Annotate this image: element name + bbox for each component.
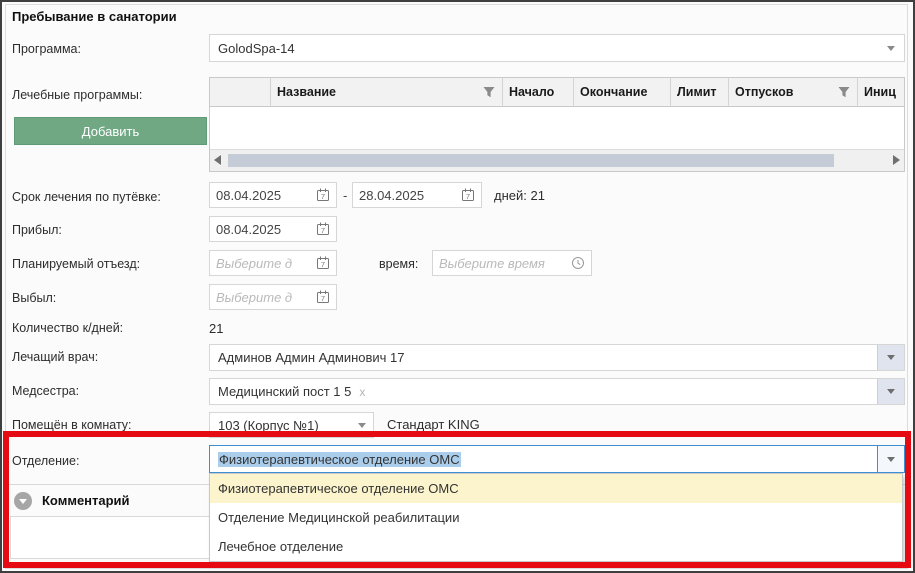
room-type: Стандарт KING	[387, 417, 480, 432]
nurse-combobox[interactable]: Медицинский пост 1 5 x	[209, 378, 905, 405]
table-header-start[interactable]: Начало	[503, 78, 574, 106]
program-label: Программа:	[12, 42, 81, 56]
nurse-dropdown-button[interactable]	[877, 379, 904, 404]
treatment-programs-label: Лечебные программы:	[12, 88, 142, 102]
table-header-empty	[210, 78, 271, 106]
calendar-icon[interactable]: 7	[316, 188, 330, 202]
clock-icon[interactable]	[571, 256, 585, 270]
nurse-value: Медицинский пост 1 5	[218, 384, 351, 399]
chevron-down-icon	[19, 499, 27, 504]
departed-label: Выбыл:	[12, 291, 56, 305]
table-empty-body	[210, 107, 904, 149]
filter-icon[interactable]	[837, 85, 851, 99]
table-header-vacations[interactable]: Отпусков	[729, 78, 858, 106]
chevron-down-icon	[887, 457, 895, 462]
arrived-datebox: 7	[209, 216, 337, 242]
filter-icon[interactable]	[482, 85, 496, 99]
chevron-down-icon	[887, 389, 895, 394]
time-label: время:	[379, 257, 418, 271]
calendar-icon[interactable]: 7	[316, 256, 330, 270]
department-dropdown-list: Физиотерапевтическое отделение ОМС Отдел…	[209, 473, 903, 562]
dropdown-option[interactable]: Отделение Медицинской реабилитации	[210, 503, 902, 532]
dropdown-option[interactable]: Лечебное отделение	[210, 532, 902, 561]
collapse-button[interactable]	[14, 492, 32, 510]
table-header-end[interactable]: Окончание	[574, 78, 671, 106]
scroll-right-icon[interactable]	[893, 155, 900, 165]
departure-timebox	[432, 250, 592, 276]
planned-departure-datebox: 7	[209, 250, 337, 276]
chevron-down-icon[interactable]	[358, 423, 366, 428]
svg-text:7: 7	[321, 192, 325, 201]
arrived-input[interactable]	[216, 222, 316, 237]
chevron-down-icon	[887, 355, 895, 360]
calendar-icon[interactable]: 7	[461, 188, 475, 202]
page-title: Пребывание в санатории	[12, 9, 177, 24]
room-label: Помещён в комнату:	[12, 418, 132, 432]
room-combobox[interactable]: 103 (Корпус №1)	[209, 412, 374, 438]
comment-title: Комментарий	[42, 493, 130, 508]
doctor-combobox[interactable]: Админов Админ Админович 17	[209, 344, 905, 371]
program-value: GolodSpa-14	[218, 41, 295, 56]
department-selected-text: Физиотерапевтическое отделение ОМС	[218, 452, 461, 467]
department-combobox[interactable]: Физиотерапевтическое отделение ОМС	[209, 445, 905, 473]
voucher-end-datebox: 7	[352, 182, 482, 208]
doctor-value: Админов Админ Админович 17	[218, 350, 405, 365]
svg-text:7: 7	[466, 192, 470, 201]
calendar-icon[interactable]: 7	[316, 290, 330, 304]
departed-datebox: 7	[209, 284, 337, 310]
dropdown-option[interactable]: Физиотерапевтическое отделение ОМС	[210, 474, 902, 503]
treatment-programs-table: Название Начало Окончание Лимит Отпусков	[209, 77, 905, 172]
horizontal-scrollbar[interactable]	[210, 149, 904, 171]
departed-input[interactable]	[216, 290, 316, 305]
voucher-start-input[interactable]	[216, 188, 316, 203]
planned-departure-input[interactable]	[216, 256, 316, 271]
svg-text:7: 7	[321, 294, 325, 303]
voucher-end-input[interactable]	[359, 188, 461, 203]
doctor-dropdown-button[interactable]	[877, 345, 904, 370]
add-button[interactable]: Добавить	[14, 117, 207, 145]
chevron-down-icon[interactable]	[887, 46, 895, 51]
table-header-limit[interactable]: Лимит	[671, 78, 729, 106]
bed-days-value: 21	[209, 321, 223, 336]
voucher-period-label: Срок лечения по путёвке:	[12, 190, 161, 204]
bed-days-label: Количество к/дней:	[12, 321, 123, 335]
remove-tag-icon[interactable]: x	[359, 385, 365, 399]
table-header-row: Название Начало Окончание Лимит Отпусков	[210, 78, 904, 107]
scroll-left-icon[interactable]	[214, 155, 221, 165]
svg-text:7: 7	[321, 260, 325, 269]
room-value: 103 (Корпус №1)	[218, 418, 319, 433]
planned-departure-label: Планируемый отъезд:	[12, 257, 140, 271]
days-count-inline: дней: 21	[494, 188, 545, 203]
date-range-separator: -	[343, 188, 347, 203]
departure-time-input[interactable]	[439, 256, 571, 271]
department-dropdown-button[interactable]	[877, 446, 904, 472]
voucher-start-datebox: 7	[209, 182, 337, 208]
calendar-icon[interactable]: 7	[316, 222, 330, 236]
svg-text:7: 7	[321, 226, 325, 235]
sanatorium-stay-panel: Пребывание в санатории Программа: GolodS…	[0, 0, 915, 573]
doctor-label: Лечащий врач:	[12, 350, 98, 364]
arrived-label: Прибыл:	[12, 223, 62, 237]
table-header-name[interactable]: Название	[271, 78, 503, 106]
program-combobox[interactable]: GolodSpa-14	[209, 34, 905, 62]
table-header-initiator[interactable]: Иниц	[858, 78, 904, 106]
scrollbar-thumb[interactable]	[228, 154, 834, 167]
department-label: Отделение:	[12, 454, 79, 468]
nurse-label: Медсестра:	[12, 384, 79, 398]
